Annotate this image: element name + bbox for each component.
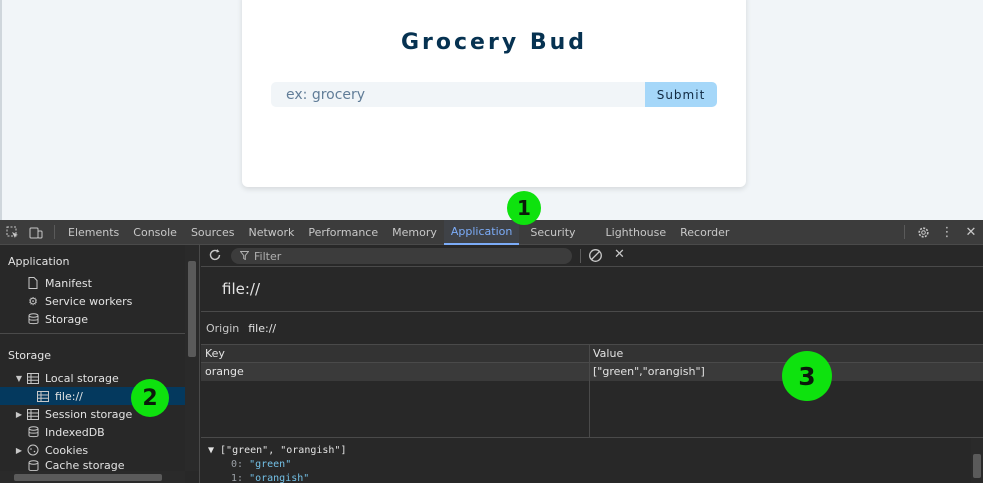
annotation-badge-2: 2 — [131, 379, 169, 417]
origin-row: Origin file:// — [201, 311, 983, 344]
annotation-badge-3: 3 — [782, 351, 832, 401]
tab-application[interactable]: Application — [443, 219, 520, 245]
table-header: Key Value — [201, 345, 983, 363]
submit-button[interactable]: Submit — [645, 82, 717, 107]
gears-icon: ⚙ — [28, 294, 38, 308]
more-options-icon[interactable]: ⋮ — [935, 220, 959, 245]
sidebar-item-label: Service workers — [45, 294, 133, 308]
table-icon — [36, 389, 50, 403]
sidebar-header-storage: Storage — [8, 349, 52, 362]
delete-selected-icon[interactable]: ✕ — [614, 247, 625, 262]
sidebar-item-label: IndexedDB — [45, 425, 105, 439]
devtools-panel: Elements Console Sources Network Perform… — [0, 219, 983, 483]
document-icon — [26, 276, 40, 290]
preview-string: "green" — [249, 459, 292, 470]
sidebar-item-label: Manifest — [45, 276, 92, 290]
settings-gear-icon[interactable] — [911, 220, 935, 245]
database-icon — [26, 425, 40, 439]
toolbar-separator — [904, 225, 905, 239]
scrollbar-thumb[interactable] — [188, 261, 196, 357]
table-icon — [26, 407, 40, 421]
sidebar-item-label: Cookies — [45, 443, 89, 457]
column-header-key[interactable]: Key — [205, 347, 225, 360]
close-devtools-icon[interactable]: ✕ — [959, 220, 983, 245]
tab-recorder[interactable]: Recorder — [673, 220, 736, 245]
sidebar-item-manifest[interactable]: Manifest — [0, 274, 185, 292]
inspect-element-icon[interactable] — [0, 220, 24, 245]
filter-icon — [239, 250, 250, 263]
local-storage-panel: Filter ✕ file:// Origin file:// Key Valu… — [201, 245, 983, 483]
preview-item-0: 0: "green" — [231, 459, 291, 470]
annotation-badge-1: 1 — [507, 191, 541, 225]
sidebar-vertical-scrollbar[interactable] — [185, 245, 199, 471]
grocery-input[interactable] — [271, 82, 645, 107]
tab-security[interactable]: Security — [523, 220, 582, 245]
sidebar-divider — [0, 333, 185, 334]
storage-table: Key Value orange ["green","orangish"] — [201, 344, 983, 438]
page-viewport: Grocery Bud Submit — [0, 0, 983, 220]
refresh-icon[interactable] — [208, 248, 222, 265]
scrollbar-thumb[interactable] — [973, 454, 981, 478]
sidebar-item-label: Cache storage — [45, 459, 125, 471]
preview-array-line[interactable]: ▼ ["green", "orangish"] — [208, 445, 346, 456]
database-icon — [26, 312, 40, 326]
cookie-icon — [26, 443, 40, 457]
origin-label: Origin — [206, 321, 240, 335]
device-toolbar-icon[interactable] — [24, 220, 48, 245]
viewport-edge — [0, 0, 2, 220]
sidebar-item-cookies[interactable]: ▶ Cookies — [0, 441, 185, 459]
sidebar-item-cache-storage[interactable]: Cache storage — [0, 459, 185, 471]
application-sidebar: Application Manifest ⚙ Service workers S… — [0, 245, 200, 483]
preview-string: "orangish" — [249, 473, 310, 483]
sidebar-header-application: Application — [8, 255, 70, 268]
filter-input[interactable]: Filter — [231, 248, 572, 264]
tab-network[interactable]: Network — [241, 220, 301, 245]
sidebar-item-indexeddb[interactable]: IndexedDB — [0, 423, 185, 441]
sidebar-horizontal-scrollbar[interactable] — [0, 471, 185, 483]
table-row[interactable]: orange ["green","orangish"] — [201, 363, 983, 381]
sidebar-item-storage[interactable]: Storage — [0, 310, 185, 328]
column-header-value[interactable]: Value — [593, 347, 623, 360]
tab-memory[interactable]: Memory — [385, 220, 444, 245]
sidebar-item-label: Storage — [45, 312, 89, 326]
devtools-tabbar: Elements Console Sources Network Perform… — [0, 219, 983, 245]
page-title: Grocery Bud — [400, 30, 587, 55]
grocery-form: Submit — [271, 82, 717, 107]
sidebar-item-label: Local storage — [45, 371, 119, 385]
grocery-card: Grocery Bud Submit — [242, 0, 746, 187]
preview-item-1: 1: "orangish" — [231, 473, 309, 483]
database-icon — [26, 459, 40, 471]
collapsed-arrow-icon[interactable]: ▶ — [14, 446, 24, 455]
preview-index: 0: — [231, 459, 244, 470]
table-icon — [26, 371, 40, 385]
tab-performance[interactable]: Performance — [301, 220, 385, 245]
column-divider[interactable] — [589, 345, 590, 438]
tab-lighthouse[interactable]: Lighthouse — [599, 220, 674, 245]
collapsed-arrow-icon[interactable]: ▶ — [14, 410, 24, 419]
preview-index: 1: — [231, 473, 244, 483]
preview-scrollbar[interactable] — [971, 438, 983, 483]
clear-all-icon[interactable] — [588, 248, 603, 266]
tab-sources[interactable]: Sources — [184, 220, 242, 245]
storage-toolbar: Filter ✕ — [201, 245, 983, 267]
row-value: ["green","orangish"] — [593, 365, 705, 378]
filter-placeholder: Filter — [254, 249, 282, 263]
scrollbar-thumb[interactable] — [14, 474, 162, 481]
tabbar-actions: ⋮ ✕ — [898, 220, 983, 245]
toolbar-separator — [580, 249, 581, 263]
value-preview: ▼ ["green", "orangish"] 0: "green" 1: "o… — [201, 437, 983, 483]
sidebar-item-service-workers[interactable]: ⚙ Service workers — [0, 292, 185, 310]
sidebar-item-label: file:// — [55, 389, 83, 403]
origin-title: file:// — [222, 280, 261, 298]
origin-value: file:// — [248, 321, 277, 335]
row-key: orange — [205, 365, 244, 378]
tab-console[interactable]: Console — [126, 220, 184, 245]
expanded-arrow-icon[interactable]: ▼ — [14, 374, 24, 383]
sidebar-item-label: Session storage — [45, 407, 133, 421]
tab-elements[interactable]: Elements — [61, 220, 126, 245]
toolbar-separator — [54, 225, 55, 239]
